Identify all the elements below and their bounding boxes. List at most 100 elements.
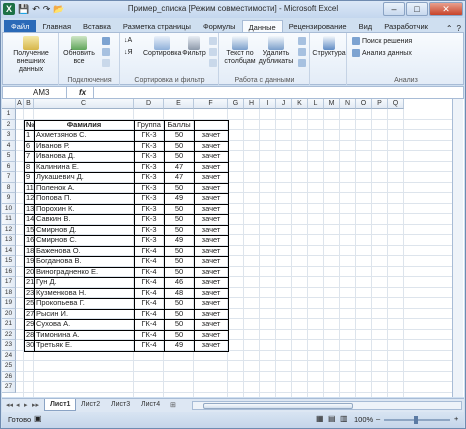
row-header[interactable]: 17 xyxy=(2,277,16,288)
insert-sheet-icon[interactable]: ⊞ xyxy=(170,401,176,409)
scroll-thumb[interactable] xyxy=(203,403,353,409)
row-header[interactable]: 27 xyxy=(2,382,16,393)
column-header[interactable]: B xyxy=(24,99,34,109)
consolidate-icon[interactable] xyxy=(298,48,306,56)
refresh-all-button[interactable]: Обновить все xyxy=(62,36,96,66)
column-header[interactable]: F xyxy=(194,99,228,109)
select-all-corner[interactable] xyxy=(2,99,16,109)
validation-icon[interactable] xyxy=(298,37,306,45)
sheet-tab-4[interactable]: Лист4 xyxy=(136,399,165,411)
row-header[interactable]: 5 xyxy=(2,151,16,162)
group-outline: Структура xyxy=(311,33,347,85)
solver-icon xyxy=(352,37,360,45)
row-header[interactable]: 24 xyxy=(2,350,16,361)
zoom-in-button[interactable]: + xyxy=(454,414,458,423)
gridline xyxy=(291,109,292,397)
column-header[interactable]: N xyxy=(340,99,356,109)
row-header[interactable]: 3 xyxy=(2,130,16,141)
row-header[interactable]: 14 xyxy=(2,245,16,256)
row-header[interactable]: 2 xyxy=(2,119,16,130)
row-header[interactable]: 18 xyxy=(2,287,16,298)
row-header[interactable]: 11 xyxy=(2,214,16,225)
vertical-scrollbar[interactable] xyxy=(452,99,463,397)
sort-za-icon[interactable]: ↓Я xyxy=(124,49,133,56)
clear-filter-icon[interactable] xyxy=(209,37,217,45)
table-cell-border xyxy=(194,340,229,352)
column-header[interactable]: I xyxy=(260,99,276,109)
normal-view-icon[interactable]: ▦ xyxy=(316,414,324,423)
column-header[interactable]: K xyxy=(292,99,308,109)
solver-button[interactable]: Поиск решения xyxy=(352,37,412,45)
sheet-nav-first-icon[interactable]: ◂◂ xyxy=(6,401,13,409)
row-header[interactable]: 4 xyxy=(2,140,16,151)
column-header[interactable]: A xyxy=(16,99,24,109)
zoom-level[interactable]: 100% xyxy=(354,415,373,424)
row-header[interactable]: 16 xyxy=(2,266,16,277)
row-header[interactable]: 1 xyxy=(2,109,16,120)
row-header[interactable]: 26 xyxy=(2,371,16,382)
sort-az-icon[interactable]: ↓A xyxy=(124,37,132,44)
column-header[interactable]: P xyxy=(372,99,388,109)
outline-button[interactable]: Структура xyxy=(312,36,346,58)
column-header[interactable]: L xyxy=(308,99,324,109)
row-header[interactable]: 23 xyxy=(2,340,16,351)
close-button[interactable]: ✕ xyxy=(429,2,463,16)
sheet-tab-2[interactable]: Лист2 xyxy=(76,399,105,411)
text-to-columns-button[interactable]: Текст по столбцам xyxy=(222,36,258,66)
properties-icon[interactable] xyxy=(102,48,110,56)
zoom-slider-thumb[interactable] xyxy=(414,416,418,424)
column-header[interactable]: G xyxy=(228,99,244,109)
reapply-icon[interactable] xyxy=(209,48,217,56)
row-header[interactable]: 13 xyxy=(2,235,16,246)
row-header[interactable]: 12 xyxy=(2,224,16,235)
sheet-nav-next-icon[interactable]: ▸ xyxy=(24,401,28,409)
column-header[interactable]: E xyxy=(164,99,194,109)
data-analysis-button[interactable]: Анализ данных xyxy=(352,49,412,57)
remove-duplicates-button[interactable]: Удалить дубликаты xyxy=(258,36,294,66)
gridline xyxy=(307,109,308,397)
zoom-slider[interactable] xyxy=(384,416,450,424)
sheet-nav-prev-icon[interactable]: ◂ xyxy=(16,401,20,409)
excel-window: X 💾 ↶ ↷ 📂 Пример_списка [Режим совместим… xyxy=(0,0,466,429)
column-header[interactable]: J xyxy=(276,99,292,109)
row-header[interactable]: 22 xyxy=(2,329,16,340)
column-header[interactable]: O xyxy=(356,99,372,109)
horizontal-scrollbar[interactable] xyxy=(192,401,462,410)
sort-button[interactable]: Сортировка xyxy=(143,36,181,58)
connections-icon[interactable] xyxy=(102,37,110,45)
what-if-icon[interactable] xyxy=(298,59,306,67)
macro-record-icon[interactable]: ▣ xyxy=(34,414,42,423)
column-header[interactable]: H xyxy=(244,99,260,109)
filter-button[interactable]: Фильтр xyxy=(181,36,207,58)
sheet-nav-last-icon[interactable]: ▸▸ xyxy=(32,401,39,409)
sheet-tab-3[interactable]: Лист3 xyxy=(106,399,135,411)
get-external-data-button[interactable]: Получение внешних данных xyxy=(7,36,55,74)
worksheet-grid[interactable]: A B C D E F G H I J K L M N O P Q 1 2 3 4 5 6 7 8 9 10 11 12 13 14 15 16… xyxy=(2,99,464,397)
row-header[interactable]: 9 xyxy=(2,193,16,204)
column-header[interactable]: Q xyxy=(388,99,404,109)
maximize-button[interactable]: □ xyxy=(406,2,428,16)
sheet-tab-1[interactable]: Лист1 xyxy=(44,399,77,411)
edit-links-icon[interactable] xyxy=(102,59,110,67)
formula-input[interactable] xyxy=(93,87,463,98)
row-header[interactable]: 19 xyxy=(2,298,16,309)
column-header[interactable]: M xyxy=(324,99,340,109)
minimize-button[interactable]: – xyxy=(383,2,405,16)
text-columns-icon xyxy=(232,36,248,50)
row-header[interactable]: 21 xyxy=(2,319,16,330)
row-header[interactable]: 15 xyxy=(2,256,16,267)
row-header[interactable]: 10 xyxy=(2,203,16,214)
row-header[interactable]: 7 xyxy=(2,172,16,183)
page-break-view-icon[interactable]: ▥ xyxy=(340,414,348,423)
row-header[interactable]: 20 xyxy=(2,308,16,319)
zoom-out-button[interactable]: – xyxy=(376,414,380,423)
advanced-filter-icon[interactable] xyxy=(209,59,217,67)
name-box[interactable]: AM3 xyxy=(3,87,67,98)
row-header[interactable]: 25 xyxy=(2,361,16,372)
column-header[interactable]: D xyxy=(134,99,164,109)
column-header[interactable]: C xyxy=(34,99,134,109)
page-layout-view-icon[interactable]: ▤ xyxy=(328,414,336,423)
row-header[interactable]: 6 xyxy=(2,161,16,172)
row-header[interactable]: 8 xyxy=(2,182,16,193)
insert-function-icon[interactable]: fx xyxy=(79,87,86,98)
